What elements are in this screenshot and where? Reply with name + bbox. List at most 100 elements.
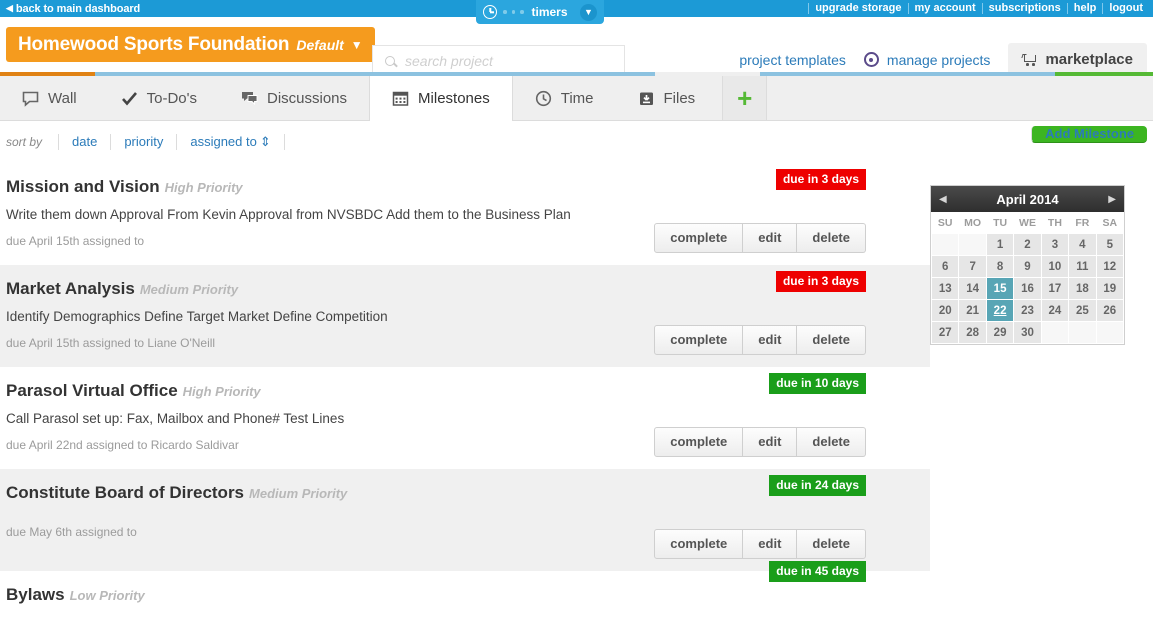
calendar-day-22[interactable]: 22	[985, 299, 1015, 322]
upgrade-storage-link[interactable]: upgrade storage	[808, 3, 909, 14]
delete-button[interactable]: delete	[797, 427, 866, 457]
search-icon	[385, 56, 395, 66]
milestone-row: Mission and Vision High Priority Write th…	[0, 163, 930, 265]
speech-bubble-icon	[22, 90, 39, 107]
subscriptions-link[interactable]: subscriptions	[983, 3, 1068, 14]
complete-button[interactable]: complete	[654, 529, 744, 559]
calendar-day-1: 1	[985, 233, 1015, 256]
add-tab-button[interactable]: +	[722, 76, 768, 120]
chevron-left-icon: ◀	[6, 3, 13, 13]
weekday-tu: TU	[986, 212, 1014, 234]
project-templates-link[interactable]: project templates	[739, 52, 846, 68]
tab-time[interactable]: Time	[513, 76, 616, 120]
calendar-day-27: 27	[930, 321, 960, 344]
month-calendar: ◀ April 2014 ▶ SU MO TU WE TH FR SA 12 3…	[930, 185, 1125, 345]
milestone-priority: High Priority	[182, 384, 261, 399]
calendar-header: ◀ April 2014 ▶	[931, 186, 1124, 212]
edit-button[interactable]: edit	[743, 427, 798, 457]
calendar-day-empty	[1095, 321, 1125, 344]
milestone-priority: Low Priority	[69, 588, 145, 603]
status-badge: due in 10 days	[769, 373, 866, 394]
search-input[interactable]	[405, 53, 612, 69]
calendar-day-25: 25	[1068, 299, 1097, 322]
calendar-day-8: 8	[985, 255, 1015, 278]
calendar-day-empty	[930, 233, 960, 256]
milestone-title[interactable]: Bylaws	[6, 585, 65, 604]
complete-button[interactable]: complete	[654, 325, 744, 355]
marketplace-label: marketplace	[1045, 51, 1133, 68]
calendar-day-24: 24	[1040, 299, 1070, 322]
calendar-day-15[interactable]: 15	[985, 277, 1015, 300]
sort-by-assigned-to[interactable]: assigned to ⇕	[176, 134, 283, 150]
milestone-list: Mission and Vision High Priority Write th…	[0, 163, 930, 617]
cart-icon	[1021, 53, 1037, 66]
status-badge: due in 24 days	[769, 475, 866, 496]
project-selector[interactable]: Homewood Sports Foundation Default ▼	[6, 27, 375, 62]
timer-dots	[503, 10, 524, 14]
weekday-fr: FR	[1068, 212, 1097, 234]
calendar-day-empty	[1068, 321, 1097, 344]
calendar-day-16: 16	[1013, 277, 1042, 300]
calendar-widget: ◀ April 2014 ▶ SU MO TU WE TH FR SA 12 3…	[930, 163, 1125, 345]
milestone-actions: complete edit delete	[654, 223, 866, 253]
tab-discussions[interactable]: Discussions	[219, 76, 369, 120]
edit-button[interactable]: edit	[743, 325, 798, 355]
logout-link[interactable]: logout	[1103, 3, 1145, 14]
calendar-day-17: 17	[1040, 277, 1070, 300]
milestone-row: Bylaws Low Priority due in 45 days	[0, 561, 930, 617]
milestone-description: Write them down Approval From Kevin Appr…	[6, 207, 571, 222]
edit-button[interactable]: edit	[743, 223, 798, 253]
milestone-title[interactable]: Constitute Board of Directors	[6, 483, 244, 502]
tab-discussions-label: Discussions	[267, 89, 348, 107]
manage-projects-link[interactable]: manage projects	[863, 52, 990, 68]
milestone-heading: Bylaws Low Priority	[6, 585, 924, 605]
calendar-title: April 2014	[996, 191, 1059, 207]
milestone-priority: High Priority	[164, 180, 243, 195]
chevron-down-icon: ▼	[350, 37, 363, 52]
tab-milestones[interactable]: Milestones	[369, 76, 513, 121]
triangle-right-icon[interactable]: ▶	[1108, 194, 1116, 205]
weekday-mo: MO	[958, 212, 987, 234]
weekday-su: SU	[931, 212, 959, 234]
tab-wall-label: Wall	[48, 89, 77, 107]
sort-bar: sort by date priority assigned to ⇕ Add …	[0, 121, 1153, 163]
triangle-left-icon[interactable]: ◀	[939, 194, 947, 205]
calendar-week-row: 13 14 15 16 17 18 19	[930, 277, 1125, 300]
sort-by-date[interactable]: date	[58, 134, 110, 150]
tab-wall[interactable]: Wall	[0, 76, 99, 120]
my-account-link[interactable]: my account	[909, 3, 983, 14]
milestone-priority: Medium Priority	[139, 282, 239, 297]
calendar-day-14: 14	[958, 277, 987, 300]
milestone-title[interactable]: Parasol Virtual Office	[6, 381, 178, 400]
delete-button[interactable]: delete	[797, 529, 866, 559]
clock-icon	[535, 90, 552, 107]
calendar-day-26: 26	[1095, 299, 1125, 322]
tab-time-label: Time	[560, 89, 594, 107]
delete-button[interactable]: delete	[797, 223, 866, 253]
help-link[interactable]: help	[1068, 3, 1104, 14]
milestone-row: Constitute Board of Directors Medium Prio…	[0, 469, 930, 571]
tab-files[interactable]: Files	[616, 76, 718, 120]
complete-button[interactable]: complete	[654, 223, 744, 253]
weekday-we: WE	[1013, 212, 1042, 234]
edit-button[interactable]: edit	[743, 529, 798, 559]
calendar-weekday-row: SU MO TU WE TH FR SA	[931, 212, 1124, 234]
calendar-grid: SU MO TU WE TH FR SA 1 2 3 4 5 6 7 8 9 10 11 12 13 14…	[930, 212, 1125, 344]
complete-button[interactable]: complete	[654, 427, 744, 457]
calendar-week-row: 27 28 29 30	[930, 321, 1125, 344]
add-milestone-button[interactable]: Add Milestone	[1031, 126, 1147, 143]
tab-todos[interactable]: To-Do's	[99, 76, 219, 120]
milestone-title[interactable]: Market Analysis	[6, 279, 135, 298]
calendar-day-19: 19	[1095, 277, 1125, 300]
sort-by-priority[interactable]: priority	[110, 134, 176, 150]
calendar-day-21: 21	[958, 299, 987, 322]
milestone-title[interactable]: Mission and Vision	[6, 177, 160, 196]
calendar-day-5: 5	[1095, 233, 1125, 256]
calendar-day-18: 18	[1068, 277, 1097, 300]
back-to-main-dashboard-link[interactable]: ◀ back to main dashboard	[6, 3, 140, 15]
calendar-day-empty	[1040, 321, 1070, 344]
calendar-day-9: 9	[1013, 255, 1042, 278]
delete-button[interactable]: delete	[797, 325, 866, 355]
section-tabs: Wall To-Do's Discussions Milestones Time…	[0, 72, 1153, 121]
tab-accent-bar	[0, 72, 1153, 76]
